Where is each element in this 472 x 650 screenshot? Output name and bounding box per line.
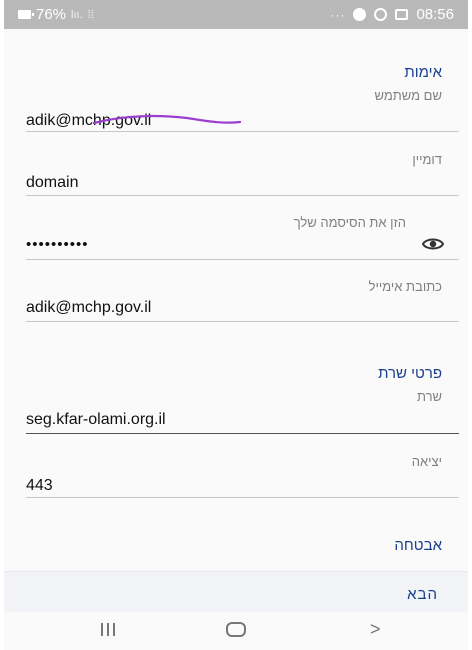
server-underline [26, 433, 459, 434]
system-navigation-bar: > [4, 612, 468, 650]
domain-label: דומיין [412, 152, 442, 167]
port-label: יציאה [411, 454, 442, 469]
password-field[interactable]: •••••••••• [26, 236, 89, 253]
server-label: שרת [416, 389, 442, 404]
domain-underline [26, 195, 459, 196]
back-icon[interactable]: > [370, 619, 381, 640]
email-underline [26, 321, 459, 322]
domain-field[interactable]: domain [26, 174, 78, 192]
battery-icon [18, 10, 34, 19]
status-bar-left: 76% lıı. ⁞⁞ [18, 6, 94, 23]
clock: 08:56 [416, 6, 454, 23]
email-label: כתובת אימייל [368, 279, 442, 294]
username-underline [26, 131, 459, 132]
eye-icon[interactable] [422, 236, 444, 252]
next-bar: הבא [4, 571, 468, 612]
status-bar-right: ··· 08:56 [330, 6, 454, 23]
whatsapp-icon [374, 8, 388, 21]
email-field[interactable]: adik@mchp.gov.il [26, 299, 151, 317]
server-field[interactable]: seg.kfar-olami.org.il [26, 411, 166, 429]
password-label: הזן את הסיסמה שלך [293, 215, 406, 230]
home-icon[interactable] [226, 622, 246, 637]
section-title-authentication: אימות [404, 64, 442, 81]
security-setting[interactable]: אבטחה [394, 537, 442, 554]
battery-level: 76% [36, 6, 67, 23]
phone-screen: 76% lıı. ⁞⁞ ··· 08:56 אימות שם משתמש adi… [4, 0, 468, 650]
password-underline [26, 259, 459, 260]
status-bar: 76% lıı. ⁞⁞ ··· 08:56 [4, 0, 468, 29]
next-button[interactable]: הבא [407, 586, 438, 603]
facebook-icon [353, 8, 367, 21]
port-underline [26, 497, 459, 498]
more-notifications-icon: ··· [330, 7, 346, 22]
network-icon: ⁞⁞ [87, 8, 94, 21]
scribble-mark [92, 114, 242, 125]
section-title-server-details: פרטי שרת [378, 365, 442, 382]
signal-icon: lıı. [71, 8, 83, 21]
gallery-icon [395, 9, 409, 20]
username-label: שם משתמש [374, 88, 443, 103]
recent-apps-icon[interactable] [101, 623, 115, 636]
port-field[interactable]: 443 [26, 477, 53, 495]
